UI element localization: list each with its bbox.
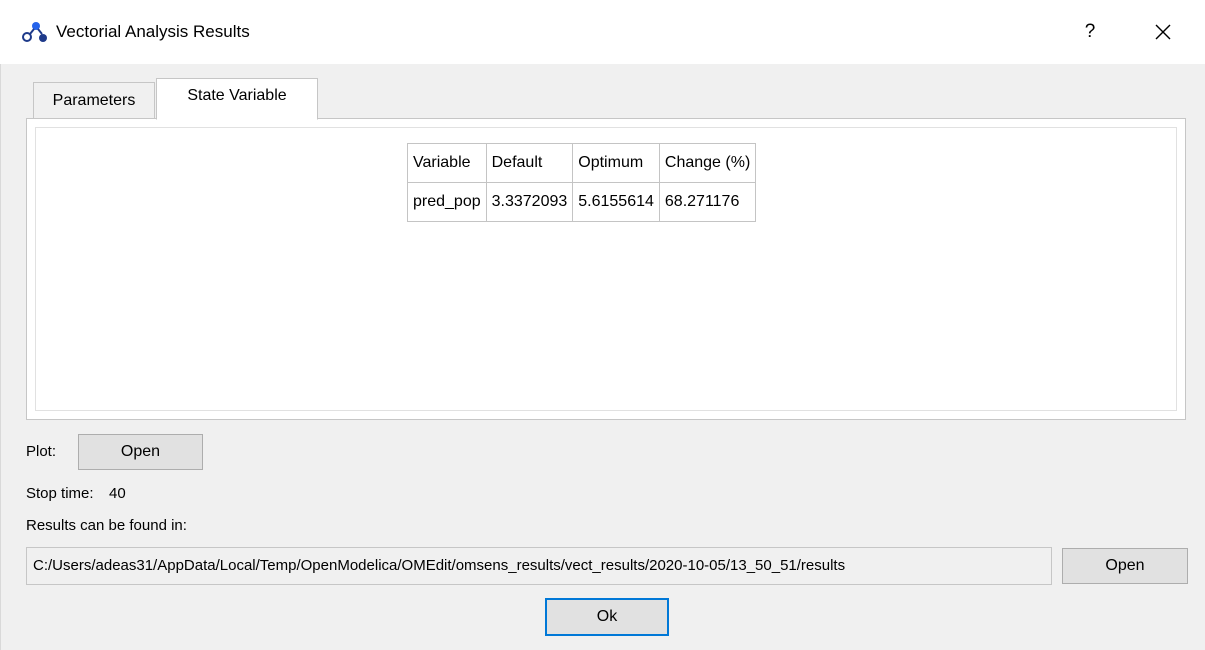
results-table: Variable Default Optimum Change (%) pred… [407, 143, 757, 222]
stop-time-label: Stop time: [26, 485, 94, 502]
column-header-default[interactable]: Default [485, 143, 574, 183]
table-row[interactable]: pred_pop 3.3372093 5.6155614 68.271176 [407, 182, 757, 222]
results-open-button[interactable]: Open [1062, 548, 1188, 584]
close-button[interactable] [1143, 16, 1183, 48]
tab-state-variable[interactable]: State Variable [156, 78, 318, 120]
plot-label: Plot: [26, 443, 57, 460]
column-header-variable[interactable]: Variable [407, 143, 487, 183]
window-title: Vectorial Analysis Results [56, 22, 250, 41]
window-edge [0, 64, 1, 650]
table-header-row: Variable Default Optimum Change (%) [407, 143, 757, 183]
table-cell[interactable]: 5.6155614 [572, 182, 660, 222]
help-button[interactable]: ? [1070, 16, 1110, 48]
title-bar: Vectorial Analysis Results ? [0, 0, 1205, 64]
tab-panel: Variable Default Optimum Change (%) pred… [26, 118, 1186, 420]
plot-open-button[interactable]: Open [78, 434, 203, 470]
column-header-optimum[interactable]: Optimum [572, 143, 660, 183]
stop-time-value: 40 [109, 485, 126, 502]
close-icon [1155, 24, 1171, 40]
app-icon [22, 22, 47, 42]
table-cell[interactable]: pred_pop [407, 182, 487, 222]
table-cell[interactable]: 3.3372093 [485, 182, 574, 222]
table-cell[interactable]: 68.271176 [658, 182, 757, 222]
ok-button[interactable]: Ok [545, 598, 669, 636]
tab-parameters[interactable]: Parameters [33, 82, 155, 120]
results-path-field[interactable]: C:/Users/adeas31/AppData/Local/Temp/Open… [26, 547, 1052, 585]
results-location-label: Results can be found in: [26, 517, 187, 534]
table-view: Variable Default Optimum Change (%) pred… [35, 127, 1177, 411]
column-header-change[interactable]: Change (%) [658, 143, 757, 183]
